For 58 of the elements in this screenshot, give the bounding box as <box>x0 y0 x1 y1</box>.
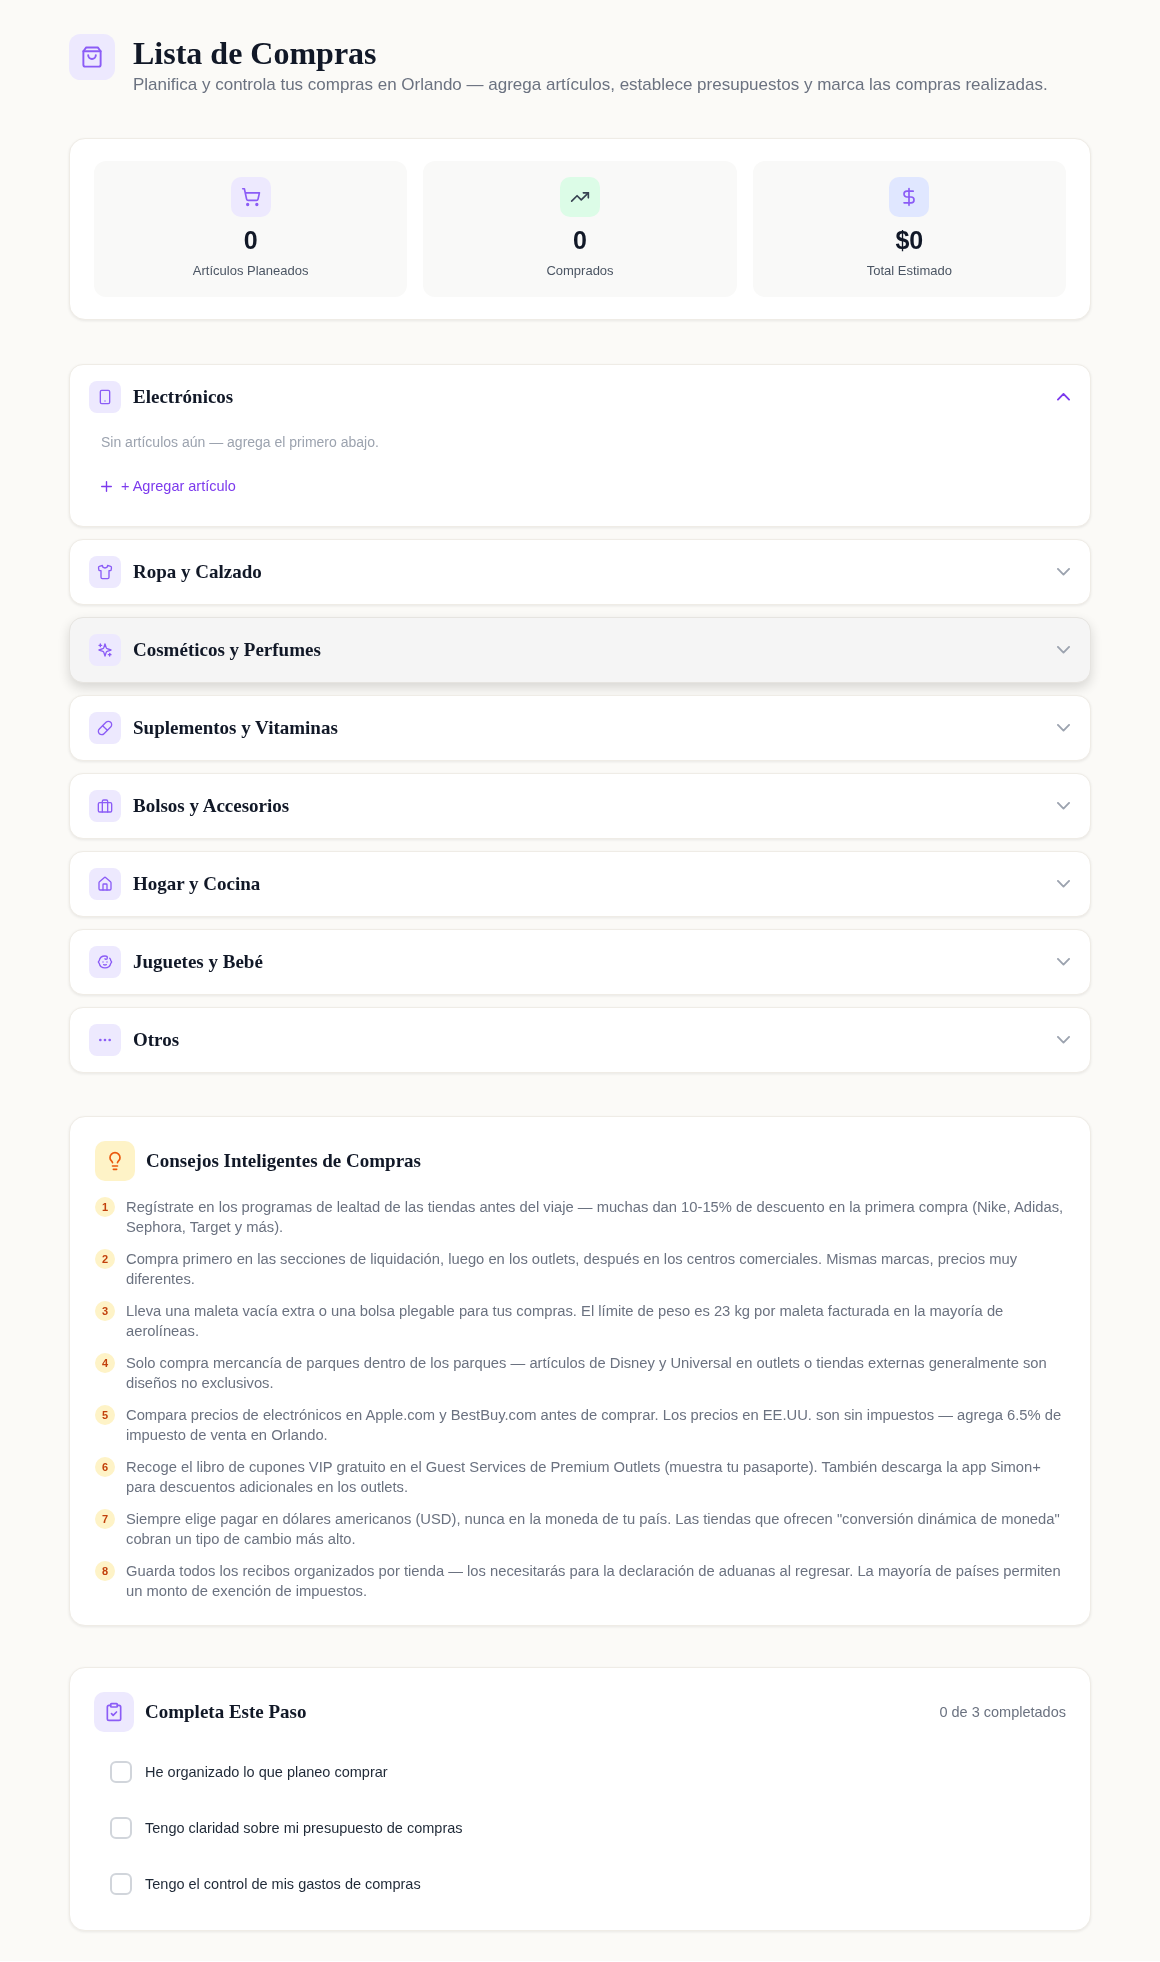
tip-text: Recoge el libro de cupones VIP gratuito en el Guest Services de Premium Outlets (muestra tu pasaporte). También descarga la app Simon+ para descuentos adicionales en los outlets. <box>126 1458 1042 1497</box>
tip-text: Solo compra mercancía de parques dentro de los parques — artículos de Disney y Universal en outlets o tiendas externas generalmente son diseños no exclusivos. <box>126 1354 1048 1393</box>
baby-face-icon <box>89 946 121 978</box>
lightbulb-icon <box>95 1141 135 1181</box>
number-badge: 5 <box>95 1405 115 1425</box>
stat-label: Total Estimado <box>866 263 952 279</box>
number-badge: 3 <box>95 1301 115 1321</box>
sparkles-icon <box>89 634 121 666</box>
number-badge: 7 <box>95 1509 115 1529</box>
tip-text: Lleva una maleta vacía extra o una bolsa plegable para tus compras. El límite de peso es 23 kg por maleta facturada en la mayoría de aerolíneas. <box>126 1302 1005 1341</box>
checkbox[interactable] <box>110 1817 132 1839</box>
checkbox-label: Tengo claridad sobre mi presupuesto de compras <box>145 1819 463 1838</box>
number-badge: 8 <box>95 1561 115 1581</box>
tip-text: Siempre elige pagar en dólares americanos (USD), nunca en la moneda de tu país. Las tiendas que ofrecen "conversión dinámica de moneda" cobran un tipo de cambio más alto. <box>126 1510 1061 1549</box>
shirt-icon <box>89 556 121 588</box>
category-toggle[interactable]: Bolsos y Accesorios <box>70 774 1090 838</box>
plus-icon <box>101 480 112 492</box>
page-title: Lista de Compras <box>133 34 378 72</box>
stat-value: 0 <box>573 225 587 255</box>
cart-icon <box>230 177 271 217</box>
category-toggle[interactable]: Suplementos y Vitaminas <box>70 696 1090 760</box>
stat-value: 0 <box>243 225 258 255</box>
category-toggle[interactable]: Otros <box>70 1008 1090 1072</box>
category-toggle[interactable]: Juguetes y Bebé <box>70 930 1090 994</box>
tip-text: Compra primero en las secciones de liquidación, luego en los outlets, después en los centros comerciales. Mismas marcas, precios muy diferentes. <box>126 1250 1019 1289</box>
stat-label: Comprados <box>546 263 614 279</box>
checkbox[interactable] <box>110 1761 132 1783</box>
category-toggle[interactable]: Cosméticos y Perfumes <box>70 618 1090 682</box>
shopping-bag-icon <box>69 34 115 80</box>
tip-text: Guarda todos los recibos organizados por tienda — los necesitarás para la declaración de aduanas al regresar. La mayoría de países permiten un monto de exención de impuestos. <box>126 1562 1062 1601</box>
category-toggle[interactable]: Ropa y Calzado <box>70 540 1090 604</box>
checklist-title: Completa Este Paso <box>145 1700 307 1724</box>
dots-icon <box>89 1024 121 1056</box>
category-toggle[interactable]: Electrónicos <box>70 365 1090 429</box>
pill-icon <box>89 712 121 744</box>
trend-up-icon <box>560 177 600 217</box>
number-badge: 6 <box>95 1457 115 1477</box>
stat-label: Artículos Planeados <box>192 263 309 279</box>
add-item-button[interactable]: + Agregar artículo <box>97 474 240 498</box>
page-subtitle: Planifica y controla tus compras en Orlando — agrega artículos, establece presupuestos y marca las compras realizadas. <box>133 74 1048 96</box>
progress-text: 0 de 3 completados <box>939 1704 1066 1720</box>
checkbox-label: Tengo el control de mis gastos de compras <box>145 1875 421 1894</box>
tip-text: Regístrate en los programas de lealtad de las tiendas antes del viaje — muchas dan 10-15% de descuento en la primera compra (Nike, Adidas, Sephora, Target y más). <box>126 1198 1065 1237</box>
tips-title: Consejos Inteligentes de Compras <box>146 1149 421 1173</box>
dollar-icon <box>889 177 930 217</box>
category-toggle[interactable]: Hogar y Cocina <box>70 852 1090 916</box>
number-badge: 2 <box>95 1249 115 1269</box>
number-badge: 4 <box>95 1353 115 1373</box>
number-badge: 1 <box>95 1197 115 1217</box>
checkbox-label: He organizado lo que planeo comprar <box>145 1763 388 1782</box>
briefcase-icon <box>89 790 121 822</box>
stat-value: $0 <box>895 225 924 255</box>
clipboard-check-icon <box>94 1692 134 1732</box>
empty-message: Sin artículos aún — agrega el primero abajo. <box>101 433 380 452</box>
house-icon <box>89 868 121 900</box>
checkbox[interactable] <box>110 1873 132 1895</box>
phone-icon <box>89 381 121 413</box>
tip-text: Compara precios de electrónicos en Apple.com y BestBuy.com antes de comprar. Los precios en EE.UU. son sin impuestos — agrega 6.5% de impuesto de venta en Orlando. <box>126 1406 1063 1445</box>
